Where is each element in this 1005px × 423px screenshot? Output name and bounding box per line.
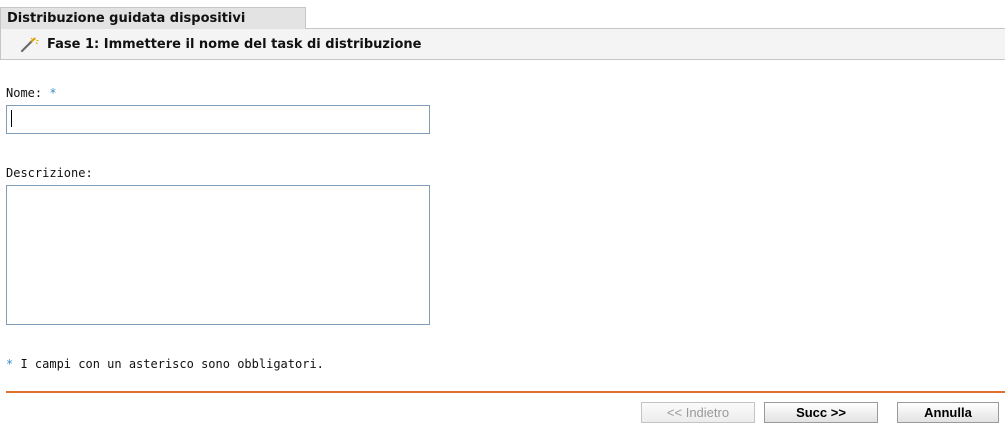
wand-icon	[19, 37, 39, 53]
back-button[interactable]: << Indietro	[641, 402, 755, 423]
name-label-text: Nome:	[6, 86, 43, 100]
next-button[interactable]: Succ >>	[764, 402, 878, 423]
text-cursor	[11, 110, 12, 127]
name-label: Nome: *	[6, 86, 57, 100]
description-label: Descrizione:	[6, 166, 93, 180]
footer-separator	[6, 391, 1005, 393]
name-input[interactable]	[6, 105, 430, 134]
wizard-tab-title: Distribuzione guidata dispositivi	[0, 7, 306, 29]
step-header: Fase 1: Immettere il nome del task di di…	[0, 29, 1005, 60]
description-textarea[interactable]	[6, 185, 430, 325]
step-title: Fase 1: Immettere il nome del task di di…	[47, 37, 422, 52]
cancel-button[interactable]: Annulla	[897, 402, 999, 423]
required-asterisk: *	[49, 86, 57, 100]
required-fields-note: * I campi con un asterisco sono obbligat…	[6, 357, 324, 371]
required-note-text: I campi con un asterisco sono obbligator…	[13, 357, 324, 371]
